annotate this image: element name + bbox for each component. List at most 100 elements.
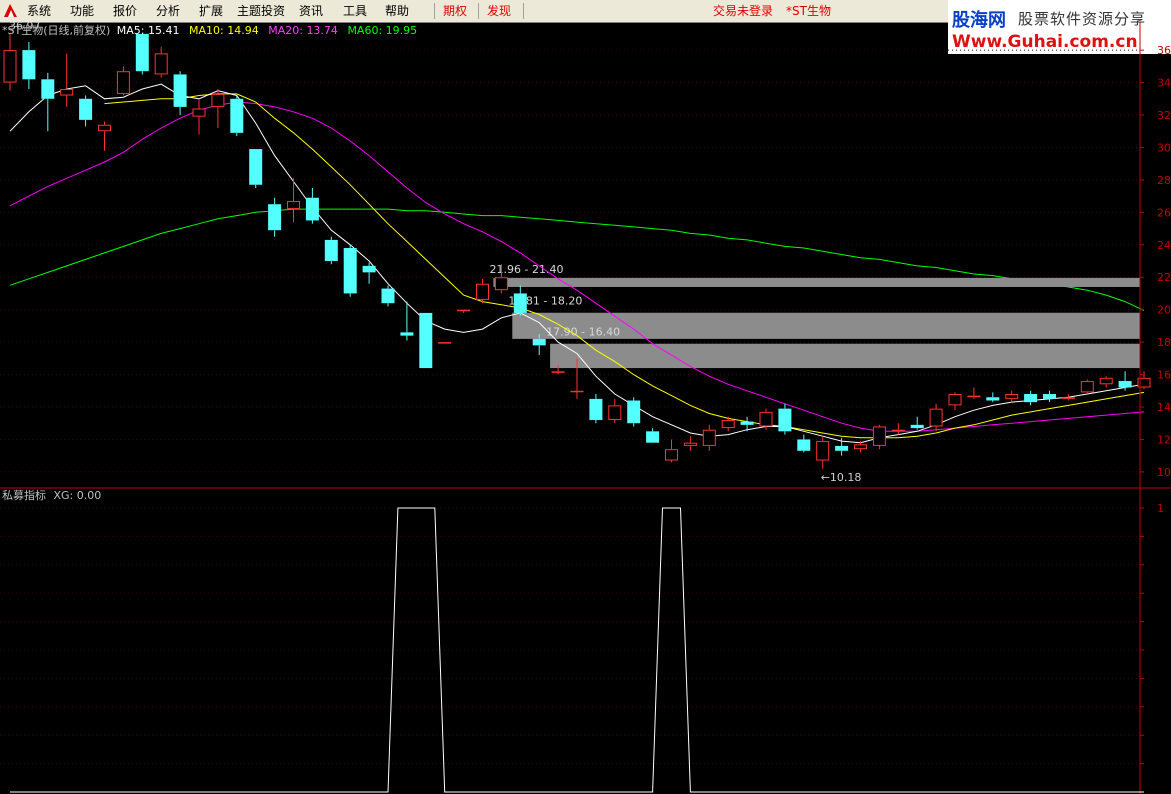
candle-body [287, 200, 300, 210]
candle [513, 285, 527, 317]
y-tick-label: 30 [1157, 141, 1171, 154]
menu-news[interactable]: 资讯 [299, 3, 323, 19]
candle-body [362, 265, 376, 273]
zone-label: 17.90 - 16.40 [546, 326, 620, 339]
candle-body [759, 411, 773, 427]
candle-body [646, 431, 660, 443]
candle-body [305, 197, 319, 221]
candle-body [249, 149, 263, 185]
candle-body [173, 74, 187, 107]
candle-body [419, 312, 433, 369]
candle-body [400, 332, 414, 336]
kline-chart[interactable]: 21.96 - 21.4019.81 - 18.2017.90 - 16.40 … [0, 22, 1171, 794]
candle [1005, 390, 1019, 403]
candle-body [797, 439, 811, 451]
current-stock: *ST生物 [786, 4, 831, 18]
svg-text:私募指标 XG: 0.00: 私募指标 XG: 0.00 [2, 488, 101, 502]
candle-body [457, 309, 471, 312]
candle [1043, 390, 1056, 403]
y-tick-label: 34 [1157, 77, 1171, 90]
candle [305, 188, 319, 224]
candle [419, 312, 433, 369]
candle-body [1005, 394, 1019, 399]
candle-body [154, 53, 168, 75]
candle-body [98, 124, 111, 132]
candle [967, 387, 981, 399]
candle-body [79, 98, 93, 120]
candle [1061, 394, 1075, 401]
candle-body [891, 429, 905, 432]
menu-options[interactable]: 期权 [443, 3, 467, 19]
price-axis: 10 12 14 16 18 20 22 24 26 28 30 32 34 36 [0, 22, 1171, 794]
candle-body [1043, 394, 1056, 399]
candle [154, 46, 168, 78]
menu-analysis[interactable]: 分析 [156, 3, 180, 19]
candle [1080, 379, 1094, 395]
menu-separator [434, 3, 435, 19]
trade-status[interactable]: 交易未登录 [713, 3, 773, 19]
menu-extend[interactable]: 扩展 [199, 3, 223, 19]
candle [116, 66, 130, 96]
y-tick-label: 26 [1157, 206, 1171, 219]
candle-body [665, 449, 678, 461]
candle [79, 95, 93, 127]
candle-body [211, 93, 225, 107]
candle-body [986, 397, 1000, 401]
candle [816, 436, 830, 469]
ma10-legend-name: MA10 [189, 24, 220, 37]
candle-body [1118, 381, 1132, 388]
candle [135, 33, 149, 75]
candle [60, 53, 74, 107]
candle [324, 236, 338, 265]
ma10-line [104, 93, 1145, 439]
menu-quote[interactable]: 报价 [113, 3, 137, 19]
candle [665, 439, 678, 463]
ma5-legend-value: 15.41 [148, 24, 180, 37]
menu-function[interactable]: 功能 [70, 3, 94, 19]
candle-body [778, 408, 792, 432]
candle [910, 416, 924, 430]
menu-system[interactable]: 系统 [27, 3, 51, 19]
price-grid [0, 49, 1140, 473]
candles-layer [3, 33, 1151, 469]
candle-body [532, 338, 546, 346]
candle [211, 89, 225, 128]
menu-theme-invest[interactable]: 主题投资 [237, 3, 285, 19]
candle [230, 95, 244, 137]
menu-help[interactable]: 帮助 [385, 3, 409, 19]
ma5-legend-name: MA5 [117, 24, 141, 37]
candle [929, 403, 943, 432]
menu-discover[interactable]: 发现 [487, 3, 511, 19]
candle-body [1080, 381, 1094, 393]
candle-body [1099, 377, 1113, 385]
candle-body [230, 98, 244, 133]
y-tick-label: 14 [1157, 401, 1171, 414]
candle [457, 309, 471, 313]
candle [835, 437, 849, 456]
candle [22, 42, 36, 90]
ma20-legend-name: MA20 [268, 24, 299, 37]
menu-tools[interactable]: 工具 [343, 3, 367, 19]
indicator-tick-label: 1 [1157, 502, 1164, 515]
candle-body [608, 405, 622, 420]
candle-body [22, 50, 36, 80]
candle [702, 424, 716, 451]
candle [872, 424, 886, 450]
candle-body [41, 79, 55, 99]
candle-body [381, 288, 395, 304]
menu-separator [478, 3, 479, 19]
candle-body [551, 371, 565, 373]
menu-separator [523, 3, 524, 19]
candle-body [721, 419, 735, 429]
y-tick-label: 22 [1157, 271, 1171, 284]
ma60-legend-value: 19.95 [386, 24, 418, 37]
resistance-zone [550, 343, 1140, 369]
y-tick-label: 36 [1157, 44, 1171, 57]
candle-body [702, 429, 716, 446]
candle [778, 403, 792, 435]
indicator-panel: 1 [0, 502, 1164, 793]
candle [173, 71, 187, 115]
candle [627, 397, 641, 427]
candle [476, 278, 489, 304]
candle-body [835, 445, 849, 451]
